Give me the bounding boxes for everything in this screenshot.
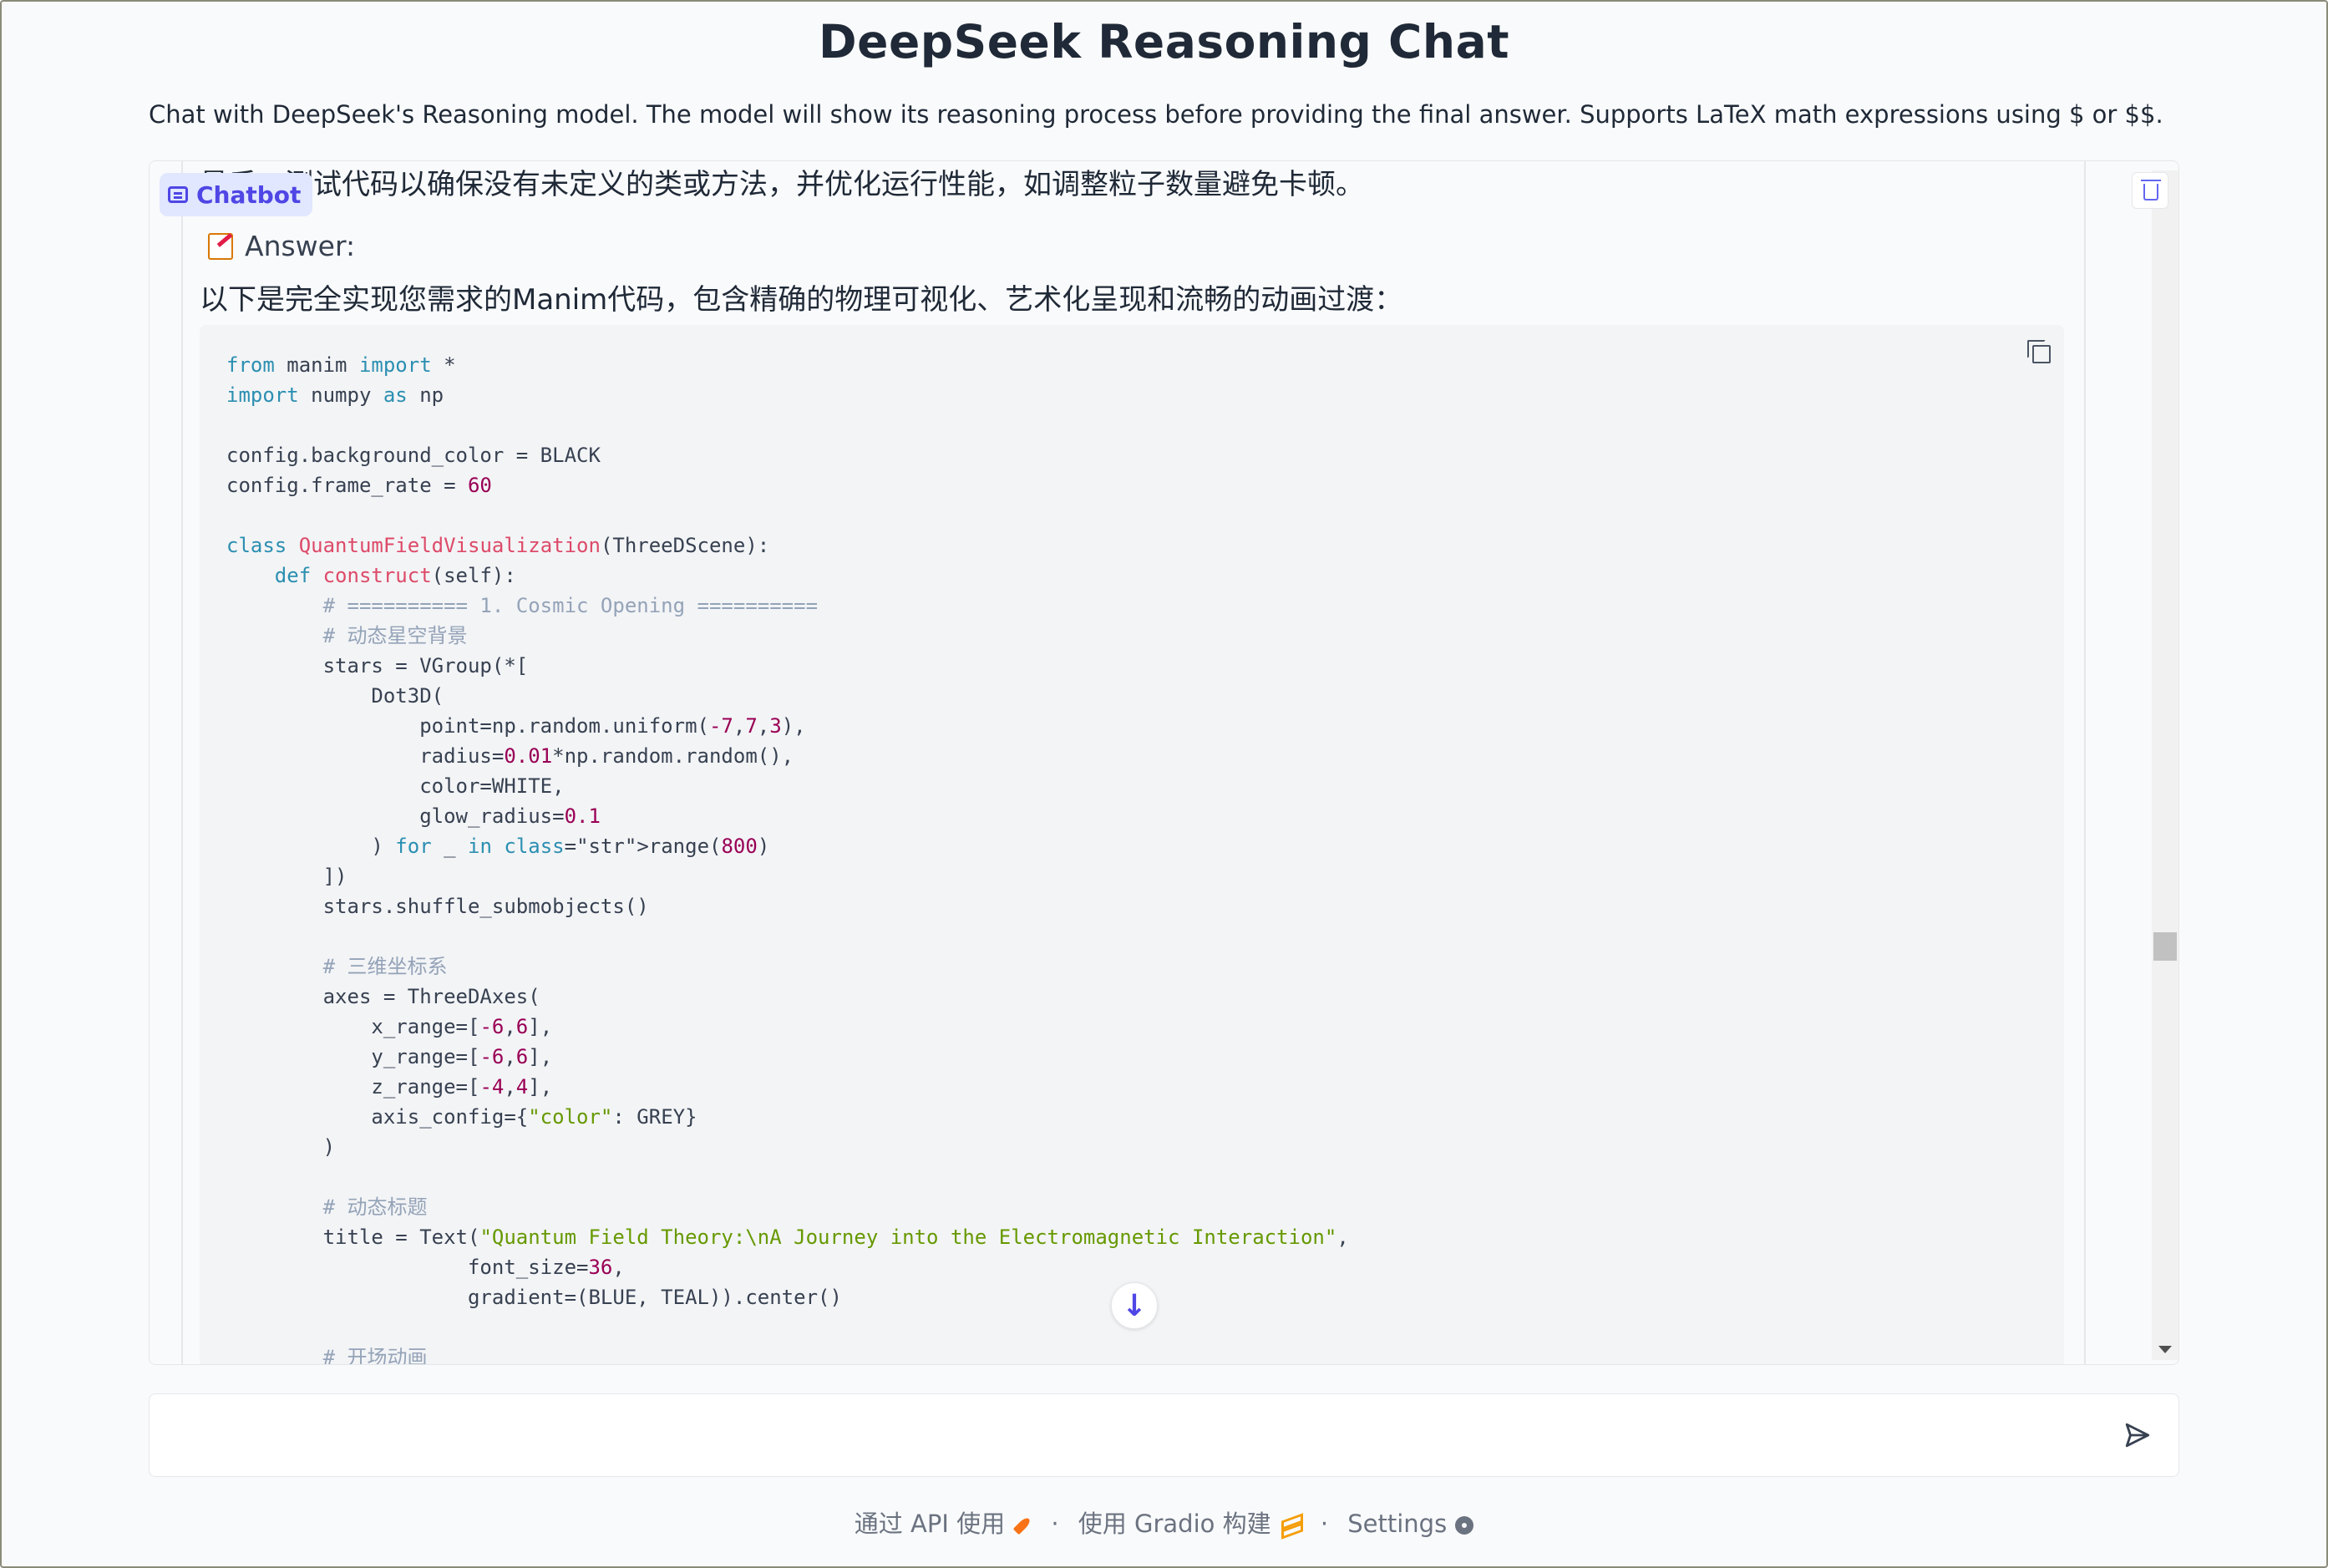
- message-input-box: [149, 1393, 2179, 1477]
- message-input[interactable]: [166, 1411, 2087, 1461]
- page-title: DeepSeek Reasoning Chat: [819, 15, 1509, 69]
- rocket-icon: [1010, 1512, 1036, 1538]
- code-line: Dot3D(: [371, 684, 444, 708]
- gradio-logo-icon: [1280, 1517, 1301, 1534]
- page-description: Chat with DeepSeek's Reasoning model. Th…: [149, 100, 2163, 129]
- footer-separator-2: ·: [1320, 1510, 1329, 1538]
- settings-link[interactable]: Settings: [1347, 1510, 1474, 1538]
- code-line: font_size=36,: [226, 1256, 625, 1279]
- code-line: y_range=[-6,6],: [226, 1045, 553, 1068]
- scroll-to-bottom-button[interactable]: ↓: [1111, 1282, 1158, 1329]
- code-content: from manim import * import numpy as np c…: [226, 350, 1349, 1365]
- chatbot-panel: 最后，测试代码以确保没有未定义的类或方法，并优化运行性能，如调整粒子数量避免卡顿…: [149, 160, 2179, 1365]
- code-line: ]): [322, 865, 347, 888]
- clear-chat-button[interactable]: [2132, 172, 2168, 209]
- code-line: axes = ThreeDAxes(: [322, 985, 540, 1008]
- code-line: def construct(self):: [274, 564, 516, 587]
- code-line: title = Text("Quantum Field Theory:\nA J…: [226, 1225, 1349, 1249]
- code-line: import numpy as np: [226, 383, 444, 407]
- api-link[interactable]: 通过 API 使用: [855, 1510, 1040, 1538]
- code-line: color=WHITE,: [419, 774, 565, 798]
- code-line: # 三维坐标系: [322, 955, 448, 978]
- code-line: # 动态标题: [322, 1195, 428, 1219]
- code-line: z_range=[-4,4],: [226, 1075, 553, 1099]
- chat-messages[interactable]: 最后，测试代码以确保没有未定义的类或方法，并优化运行性能，如调整粒子数量避免卡顿…: [181, 161, 2086, 1365]
- code-line: stars = VGroup(*[: [322, 654, 529, 677]
- answer-heading: Answer:: [208, 230, 355, 262]
- gear-icon: [1455, 1516, 1474, 1535]
- code-line: # 开场动画: [322, 1346, 428, 1365]
- code-line: from manim import *: [226, 353, 456, 377]
- api-link-label: 通过 API 使用: [854, 1510, 1006, 1538]
- send-button[interactable]: [2116, 1413, 2159, 1457]
- code-line: class QuantumFieldVisualization(ThreeDSc…: [226, 534, 770, 557]
- settings-link-label: Settings: [1347, 1510, 1448, 1538]
- copy-icon[interactable]: [2024, 337, 2051, 363]
- footer: 通过 API 使用 · 使用 Gradio 构建 · Settings: [0, 1505, 2328, 1540]
- chatbot-label: Chatbot: [196, 180, 302, 209]
- chat-bubble-icon: [168, 186, 188, 203]
- code-line: radius=0.01*np.random.random(),: [226, 744, 794, 768]
- code-line: stars.shuffle_submobjects(): [322, 895, 649, 918]
- gradio-link[interactable]: 使用 Gradio 构建: [1078, 1510, 1309, 1538]
- answer-intro: 以下是完全实现您需求的Manim代码，包含精确的物理可视化、艺术化呈现和流畅的动…: [200, 283, 1403, 317]
- scrollbar-down-arrow[interactable]: [2158, 1346, 2172, 1353]
- trash-icon: [2141, 180, 2161, 200]
- code-line: axis_config={"color": GREY}: [226, 1105, 697, 1129]
- code-line: config.background_color = BLACK: [226, 444, 601, 467]
- code-line: point=np.random.uniform(-7,7,3),: [226, 714, 806, 738]
- chatbot-label-badge: Chatbot: [160, 173, 313, 216]
- scrollbar-thumb[interactable]: [2153, 932, 2177, 961]
- code-line: gradient=(BLUE, TEAL)).center(): [467, 1286, 842, 1309]
- previous-message-text: 最后，测试代码以确保没有未定义的类或方法，并优化运行性能，如调整粒子数量避免卡顿…: [200, 168, 1364, 201]
- code-block: from manim import * import numpy as np c…: [200, 325, 2064, 1365]
- code-line: ) for _ in class="str">range(800): [226, 835, 770, 858]
- code-line: # ========== 1. Cosmic Opening =========…: [322, 594, 819, 617]
- send-icon: [2125, 1423, 2150, 1448]
- chat-scrollbar[interactable]: [2152, 170, 2178, 1360]
- answer-heading-label: Answer:: [245, 230, 356, 262]
- code-line: glow_radius=0.1: [226, 804, 601, 828]
- code-line: ): [322, 1135, 336, 1159]
- code-line: # 动态星空背景: [322, 624, 468, 647]
- code-line: config.frame_rate = 60: [226, 474, 492, 497]
- gradio-link-label: 使用 Gradio 构建: [1078, 1510, 1271, 1538]
- footer-separator: ·: [1051, 1510, 1059, 1538]
- code-line: x_range=[-6,6],: [226, 1015, 553, 1038]
- arrow-down-icon: ↓: [1121, 1288, 1148, 1323]
- memo-icon: [208, 232, 233, 260]
